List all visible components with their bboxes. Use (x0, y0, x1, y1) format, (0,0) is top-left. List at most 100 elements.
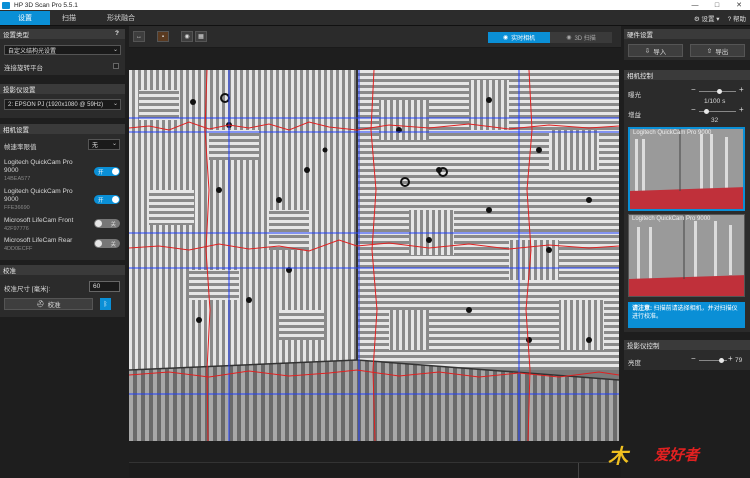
camera-2-toggle[interactable]: 关 (94, 219, 120, 228)
brightness-increase-button[interactable]: + (728, 354, 733, 363)
camera-1-toggle[interactable]: 开 (94, 195, 120, 204)
minimize-button[interactable]: — (684, 0, 706, 10)
camera-thumbnail-image (630, 129, 743, 209)
panel-title: 校准 (3, 268, 16, 275)
settings-menu[interactable]: ⚙ 设置 ▾ (694, 13, 720, 23)
view-toolbar: ↔ ▪ ◉ ▦ ◉ 实时相机 ◉ 3D 扫描 (129, 26, 621, 48)
camera-name: Microsoft LifeCam Rear (4, 237, 73, 244)
camera-id: FFE36690 (4, 205, 30, 211)
brightness-decrease-button[interactable]: − (691, 354, 696, 363)
camera-control-panel: 相机控制 曝光 − + 1/100 s 增益 − + 32 Logitech Q… (624, 70, 750, 332)
texture-view-button[interactable]: ▦ (195, 31, 207, 42)
window-title: HP 3D Scan Pro 5.5.1 (14, 1, 78, 9)
import-button[interactable]: ⇩ 导入 (628, 44, 683, 57)
camera-device-3: Microsoft LifeCam Rear 4DD0ECFF (4, 237, 90, 253)
panel-title: 相机控制 (627, 73, 653, 80)
camera-name: Logitech QuickCam Pro 9000 (4, 188, 73, 203)
exposure-value: 1/100 s (704, 98, 726, 105)
turntable-label: 连接旋转平台 (4, 65, 43, 72)
camera-id: 42F97776 (4, 226, 29, 232)
projector-control-panel: 投影仪控制 亮度 − + 79 (624, 340, 750, 370)
camera-3-toggle[interactable]: 关 (94, 239, 120, 248)
divider (578, 463, 579, 478)
calibration-size-input[interactable]: 60 (89, 281, 120, 292)
live-camera-tab[interactable]: ◉ 实时相机 (488, 32, 550, 43)
chevron-down-icon: ⌄ (112, 101, 118, 107)
projector-select[interactable]: 2: EPSON PJ (1920x1080 @ 59Hz) ⌄ (4, 99, 121, 110)
tab-scan[interactable]: 扫描 (50, 11, 88, 25)
camera-thumbnail-2[interactable]: Logitech QuickCam Pro 9000 (628, 214, 745, 297)
thumbnail-label: Logitech QuickCam Pro 9000 (632, 216, 711, 222)
import-icon: ⇩ (644, 47, 651, 55)
camera-thumbnail-image (629, 215, 744, 296)
camera-icon: ◉ (184, 34, 190, 40)
title-bar: HP 3D Scan Pro 5.5.1 — □ ✕ (0, 0, 750, 10)
help-icon: ? (727, 16, 732, 23)
help-icon[interactable]: ? (115, 30, 119, 37)
panel-title: 投影仪设置 (3, 87, 36, 94)
gain-value: 32 (711, 117, 719, 124)
expand-icon: ↔ (136, 33, 142, 40)
brightness-slider-knob[interactable] (718, 358, 724, 363)
camera-note: 请注意: 扫描前请选择相机，并对扫描仪进行校准。 (628, 302, 745, 328)
calibrate-icon: ⛑ (36, 301, 45, 308)
panel-title: 投影仪控制 (627, 343, 660, 350)
thumbnail-label: Logitech QuickCam Pro 9000 (633, 130, 712, 136)
gain-slider-knob[interactable] (703, 109, 709, 114)
brightness-value: 79 (735, 357, 743, 364)
camera-name: Microsoft LifeCam Front (4, 217, 74, 224)
tab-setup[interactable]: 设置 (0, 11, 50, 25)
camera-id: 14BEA577 (4, 176, 31, 182)
menu-bar: 设置 扫描 形状融合 ⚙ 设置 ▾ ? 帮助 (0, 10, 750, 26)
camera-device-2: Microsoft LifeCam Front 42F97776 (4, 217, 90, 233)
eye-icon: ◉ (502, 35, 509, 41)
watermark-logo: 木 (608, 444, 628, 468)
setup-type-select[interactable]: 自定义结构光设置 ⌄ (4, 45, 121, 55)
bluetooth-button[interactable]: ᛒ (100, 298, 111, 310)
texture-icon: ▦ (198, 34, 204, 40)
camera-view-button[interactable]: ◉ (181, 31, 193, 42)
camera-name: Logitech QuickCam Pro 9000 (4, 159, 73, 174)
setup-type-panel: 设置类型? 自定义结构光设置 ⌄ 连接旋转平台 (0, 29, 125, 75)
close-button[interactable]: ✕ (728, 0, 750, 10)
chevron-down-icon: ⌄ (111, 141, 117, 147)
eye-icon: ◉ (566, 35, 572, 41)
exposure-slider-knob[interactable] (716, 89, 722, 94)
expand-view-button[interactable]: ↔ (133, 31, 145, 42)
gear-icon: ⚙ (693, 16, 700, 23)
turntable-checkbox[interactable] (113, 63, 119, 69)
panel-title: 硬件设置 (627, 32, 653, 39)
camera-thumbnail-1[interactable]: Logitech QuickCam Pro 9000 (628, 127, 745, 211)
camera-settings-panel: 相机设置 帧速率限值 无 ⌄ Logitech QuickCam Pro 9000… (0, 124, 125, 260)
panel-title: 相机设置 (3, 127, 29, 134)
exposure-decrease-button[interactable]: − (691, 85, 696, 94)
camera-feed-image (129, 70, 619, 441)
camera-device-0: Logitech QuickCam Pro 9000 14BEA577 (4, 159, 84, 183)
hardware-panel: 硬件设置 ⇩ 导入 ⇧ 导出 (624, 29, 750, 60)
live-camera-view[interactable] (129, 70, 619, 441)
calibrate-button[interactable]: ⛑ 校准 (4, 298, 93, 310)
frame-rate-select[interactable]: 无 ⌄ (88, 139, 120, 150)
help-menu[interactable]: ? 帮助 (728, 13, 746, 23)
projector-panel: 投影仪设置 2: EPSON PJ (1920x1080 @ 59Hz) ⌄ (0, 84, 125, 118)
app-logo-icon (2, 1, 10, 9)
tab-shape-fusion[interactable]: 形状融合 (96, 11, 146, 25)
note-title: 请注意: (632, 306, 652, 312)
image-icon: ▪ (161, 33, 165, 40)
panel-title: 设置类型 (3, 32, 29, 39)
calibration-panel: 校准 校准尺寸 [毫米]: 60 ⛑ 校准 ᛒ (0, 265, 125, 317)
watermark-text: 爱好者 (654, 446, 700, 464)
export-button[interactable]: ⇧ 导出 (690, 44, 745, 57)
snapshot-button[interactable]: ▪ (157, 31, 169, 42)
export-icon: ⇧ (706, 47, 713, 55)
maximize-button[interactable]: □ (706, 0, 728, 10)
camera-device-1: Logitech QuickCam Pro 9000 FFE36690 (4, 188, 84, 212)
status-bar (129, 462, 621, 478)
camera-id: 4DD0ECFF (4, 246, 33, 252)
gain-increase-button[interactable]: + (739, 105, 744, 114)
camera-0-toggle[interactable]: 开 (94, 167, 120, 176)
exposure-increase-button[interactable]: + (739, 85, 744, 94)
scan-3d-tab[interactable]: ◉ 3D 扫描 (550, 32, 612, 43)
gain-decrease-button[interactable]: − (691, 105, 696, 114)
chevron-down-icon: ⌄ (112, 47, 118, 53)
